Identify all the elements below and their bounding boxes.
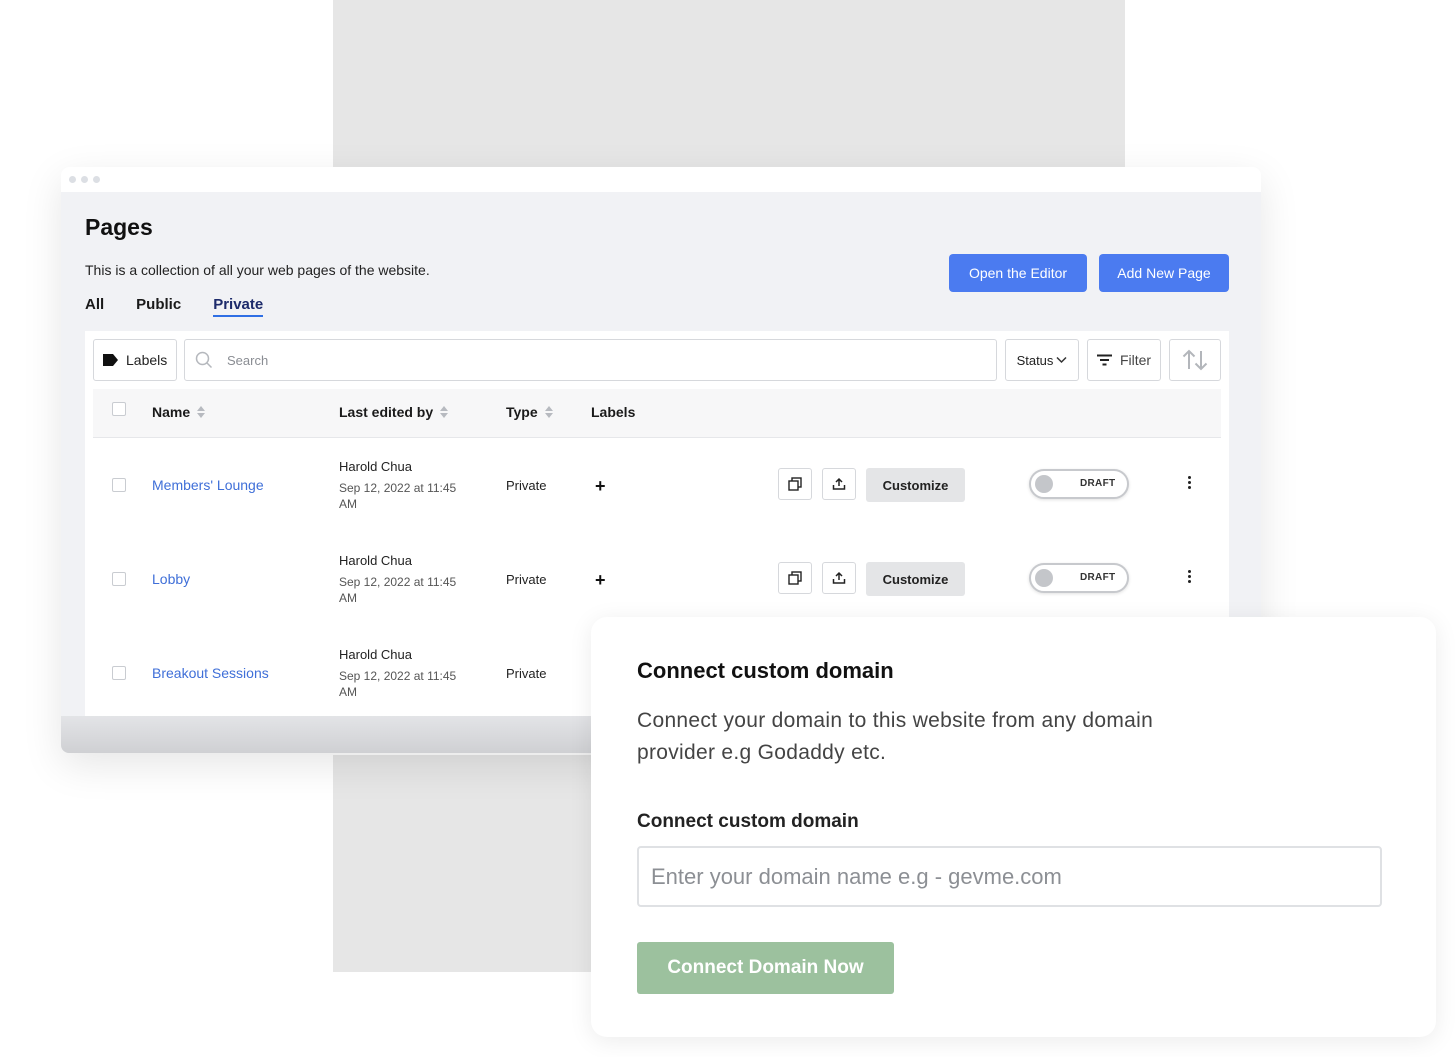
last-edited-by: Harold Chua: [339, 647, 412, 662]
window-title-bar: [61, 167, 1261, 192]
page-type: Private: [506, 478, 547, 493]
page-name-link[interactable]: Breakout Sessions: [152, 665, 269, 681]
more-options-icon[interactable]: [1184, 570, 1194, 583]
page-name-link[interactable]: Lobby: [152, 571, 190, 587]
search-icon: [195, 351, 213, 369]
filter-icon: [1096, 354, 1112, 366]
draft-status-label: DRAFT: [1080, 572, 1116, 583]
last-edited-date: Sep 12, 2022 at 11:45 AM: [339, 575, 457, 605]
tab-all[interactable]: All: [85, 296, 104, 317]
tab-private[interactable]: Private: [213, 296, 264, 317]
sort-icon: [440, 406, 449, 418]
card-title: Connect custom domain: [637, 658, 894, 683]
page-type: Private: [506, 572, 547, 587]
table-toolbar: Labels Status: [93, 339, 1221, 383]
draft-toggle[interactable]: DRAFT: [1029, 563, 1129, 593]
draft-status-label: DRAFT: [1080, 478, 1116, 489]
tab-public[interactable]: Public: [136, 296, 181, 317]
domain-field-label: Connect custom domain: [637, 811, 859, 832]
window-controls: [69, 176, 100, 183]
duplicate-icon: [788, 477, 802, 491]
filter-button-label: Filter: [1119, 352, 1152, 368]
add-label-button[interactable]: +: [595, 477, 606, 495]
toggle-knob: [1035, 569, 1053, 587]
row-checkbox[interactable]: [112, 572, 126, 586]
customize-button[interactable]: Customize: [866, 468, 965, 502]
sort-button[interactable]: [1169, 339, 1221, 381]
page-description: This is a collection of all your web pag…: [85, 262, 430, 278]
window-dot-icon: [93, 176, 100, 183]
last-edited-date: Sep 12, 2022 at 11:45 AM: [339, 669, 457, 699]
table-row: Members' Lounge Harold Chua Sep 12, 2022…: [93, 438, 1221, 533]
labels-button[interactable]: Labels: [93, 339, 177, 381]
window-dot-icon: [81, 176, 88, 183]
row-checkbox[interactable]: [112, 666, 126, 680]
status-dropdown[interactable]: Status: [1005, 339, 1079, 381]
sort-icon: [197, 406, 206, 418]
draft-toggle[interactable]: DRAFT: [1029, 469, 1129, 499]
sort-arrows-icon: [1182, 349, 1208, 371]
last-edited-by: Harold Chua: [339, 553, 412, 568]
last-edited-date: Sep 12, 2022 at 11:45 AM: [339, 481, 457, 511]
page-title: Pages: [85, 214, 153, 240]
add-label-button[interactable]: +: [595, 571, 606, 589]
status-dropdown-label: Status: [1016, 352, 1054, 368]
table-header: Name Last edited by Type Labels: [93, 389, 1221, 438]
search-input[interactable]: [225, 351, 929, 369]
upload-icon: [832, 477, 846, 490]
filter-button[interactable]: Filter: [1087, 339, 1161, 381]
add-new-page-button[interactable]: Add New Page: [1099, 254, 1229, 292]
connect-domain-card: Connect custom domain Connect your domai…: [591, 617, 1436, 1037]
more-options-icon[interactable]: [1184, 476, 1194, 489]
open-editor-button[interactable]: Open the Editor: [949, 254, 1087, 292]
card-description: Connect your domain to this website from…: [637, 709, 1154, 764]
publish-button[interactable]: [822, 468, 856, 500]
chevron-down-icon: [1056, 356, 1067, 364]
background-placeholder-top: [333, 0, 1125, 167]
column-header-labels: Labels: [591, 404, 635, 420]
column-name-label: Name: [152, 404, 191, 420]
publish-button[interactable]: [822, 562, 856, 594]
column-header-last-edited[interactable]: Last edited by: [339, 404, 449, 420]
duplicate-icon: [788, 571, 802, 585]
column-labels-label: Labels: [591, 404, 636, 420]
window-dot-icon: [69, 176, 76, 183]
upload-icon: [832, 571, 846, 584]
page-type: Private: [506, 666, 547, 681]
column-type-label: Type: [506, 404, 538, 420]
row-checkbox[interactable]: [112, 478, 126, 492]
domain-input[interactable]: [637, 846, 1382, 907]
customize-button[interactable]: Customize: [866, 562, 965, 596]
label-tag-icon: [103, 354, 118, 366]
sort-icon: [544, 406, 553, 418]
connect-domain-button[interactable]: Connect Domain Now: [637, 942, 894, 994]
last-edited-by: Harold Chua: [339, 459, 412, 474]
duplicate-button[interactable]: [778, 468, 812, 500]
column-last-edited-label: Last edited by: [339, 404, 434, 420]
column-header-type[interactable]: Type: [506, 404, 553, 420]
search-box[interactable]: [184, 339, 997, 381]
toggle-knob: [1035, 475, 1053, 493]
page-tabs: All Public Private: [85, 296, 295, 317]
table-row: Lobby Harold Chua Sep 12, 2022 at 11:45 …: [93, 532, 1221, 627]
column-header-name[interactable]: Name: [152, 404, 206, 420]
duplicate-button[interactable]: [778, 562, 812, 594]
select-all-checkbox[interactable]: [112, 402, 126, 416]
page-name-link[interactable]: Members' Lounge: [152, 477, 264, 493]
labels-button-text: Labels: [126, 352, 168, 368]
